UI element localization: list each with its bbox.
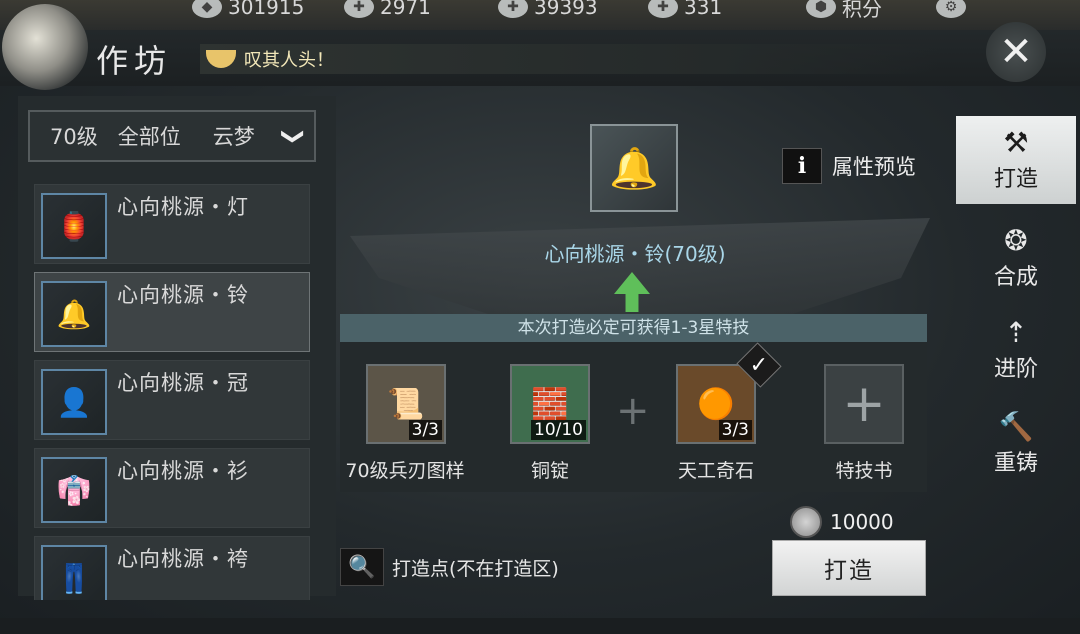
currency-jade: ✚ 39393 xyxy=(498,0,598,19)
add-skill-book-button[interactable]: + xyxy=(824,364,904,444)
plus-icon: + xyxy=(842,374,886,434)
horn-icon xyxy=(206,50,236,68)
item-name: 心向桃源・铃 xyxy=(117,283,249,307)
currency-value: 39393 xyxy=(534,0,598,19)
ingot-icon: ✚ xyxy=(648,0,678,18)
filter-level: 70级 xyxy=(50,125,98,149)
forge-cost: 10000 xyxy=(790,506,894,538)
search-icon: 🔍 xyxy=(340,548,384,586)
anvil-icon: ⚒ xyxy=(1003,126,1029,159)
combine-icon: ❂ xyxy=(1004,224,1028,257)
close-button[interactable]: ✕ xyxy=(986,22,1046,82)
crown-portrait-icon: 👤 xyxy=(41,369,107,435)
material-slot-blueprint[interactable]: 📜 3/3 xyxy=(366,364,446,444)
equipment-filter-dropdown[interactable]: 70级 全部位 云梦 ❯ xyxy=(28,110,316,162)
bell-hook-icon: 🔔 xyxy=(41,281,107,347)
tab-recast[interactable]: 🔨 重铸 xyxy=(956,400,1076,488)
jade-icon: ✚ xyxy=(498,0,528,18)
robe-icon: 👘 xyxy=(41,457,107,523)
product-slot[interactable]: 🔔 xyxy=(590,124,678,212)
currency-ingot: ✚ 331 xyxy=(648,0,722,19)
moon-emblem-icon xyxy=(2,4,88,90)
list-item[interactable]: 👘 心向桃源・衫 xyxy=(34,448,310,528)
tab-label: 合成 xyxy=(993,265,1038,290)
list-item[interactable]: 👖 心向桃源・袴 xyxy=(34,536,310,600)
page-title: 作坊 xyxy=(96,42,173,80)
coin-icon xyxy=(790,506,822,538)
currency-value: 积分 xyxy=(842,0,882,21)
silver-pile-icon: ✚ xyxy=(344,0,374,18)
plus-icon: + xyxy=(616,388,650,434)
material-count: 10/10 xyxy=(531,420,586,440)
material-slot-stone[interactable]: 🟠 3/3 xyxy=(676,364,756,444)
gem-pouch-icon: ◆ xyxy=(192,0,222,18)
lantern-weapon-icon: 🏮 xyxy=(41,193,107,259)
currency-value: 331 xyxy=(684,0,723,19)
tab-label: 进阶 xyxy=(993,357,1038,382)
gear-icon: ⚙ xyxy=(936,0,966,18)
badge-icon: ⬢ xyxy=(806,0,836,18)
item-name: 心向桃源・袴 xyxy=(117,547,249,571)
filter-school: 云梦 xyxy=(212,125,255,149)
forge-button[interactable]: 打造 xyxy=(772,540,926,596)
material-label: 铜锭 xyxy=(530,460,569,482)
chevron-down-icon: ❯ xyxy=(280,127,306,146)
item-name: 心向桃源・冠 xyxy=(117,371,249,395)
currency-score: ⬢ 积分 xyxy=(806,0,882,21)
attribute-preview-label: 属性预览 xyxy=(832,155,916,179)
bottom-edge xyxy=(0,618,1080,634)
slogan-banner: 叹其人头！ xyxy=(200,44,940,74)
material-label: 天工奇石 xyxy=(677,460,754,482)
currency-value: 2971 xyxy=(380,0,431,19)
forge-point-label: 打造点(不在打造区) xyxy=(392,557,559,580)
list-item[interactable]: 👤 心向桃源・冠 xyxy=(34,360,310,440)
item-name: 心向桃源・灯 xyxy=(117,195,249,219)
tab-forge[interactable]: ⚒ 打造 xyxy=(956,116,1076,204)
settings-badge[interactable]: ⚙ xyxy=(936,0,966,19)
material-label: 70级兵刃图样 xyxy=(345,460,465,482)
trousers-icon: 👖 xyxy=(41,545,107,600)
currency-value: 301915 xyxy=(228,0,305,19)
tab-advance[interactable]: ⇡ 进阶 xyxy=(956,306,1076,394)
filter-slot: 全部位 xyxy=(117,125,181,149)
hammer-icon: 🔨 xyxy=(998,410,1034,443)
material-count: 3/3 xyxy=(718,420,752,440)
guarantee-banner: 本次打造必定可获得1-3星特技 xyxy=(340,314,927,342)
list-item[interactable]: 🏮 心向桃源・灯 xyxy=(34,184,310,264)
advance-icon: ⇡ xyxy=(1004,316,1028,349)
material-label: 特技书 xyxy=(835,460,893,482)
forge-point-locator[interactable]: 🔍 打造点(不在打造区) xyxy=(340,548,559,586)
item-name: 心向桃源・衫 xyxy=(117,459,249,483)
cost-value: 10000 xyxy=(830,510,894,534)
bell-hook-icon: 🔔 xyxy=(609,145,659,192)
material-count: 3/3 xyxy=(408,420,442,440)
currency-gem: ◆ 301915 xyxy=(192,0,304,19)
material-slot-copper[interactable]: 🧱 10/10 xyxy=(510,364,590,444)
info-icon: i xyxy=(782,148,822,184)
attribute-preview-button[interactable]: i 属性预览 xyxy=(782,148,916,184)
tab-label: 打造 xyxy=(993,167,1038,192)
currency-silver: ✚ 2971 xyxy=(344,0,431,19)
tab-label: 重铸 xyxy=(993,451,1038,476)
slogan-text: 叹其人头！ xyxy=(244,50,334,71)
close-icon: ✕ xyxy=(999,29,1033,75)
product-name: 心向桃源・铃(70级) xyxy=(544,242,726,266)
list-item-selected[interactable]: 🔔 心向桃源・铃 xyxy=(34,272,310,352)
currency-bar: ◆ 301915 ✚ 2971 ✚ 39393 ✚ 331 ⬢ 积分 ⚙ xyxy=(0,0,1080,30)
equipment-list[interactable]: 🏮 心向桃源・灯 🔔 心向桃源・铃 👤 心向桃源・冠 👘 心向桃源・衫 👖 心向… xyxy=(34,180,310,600)
tab-combine[interactable]: ❂ 合成 xyxy=(956,214,1076,302)
